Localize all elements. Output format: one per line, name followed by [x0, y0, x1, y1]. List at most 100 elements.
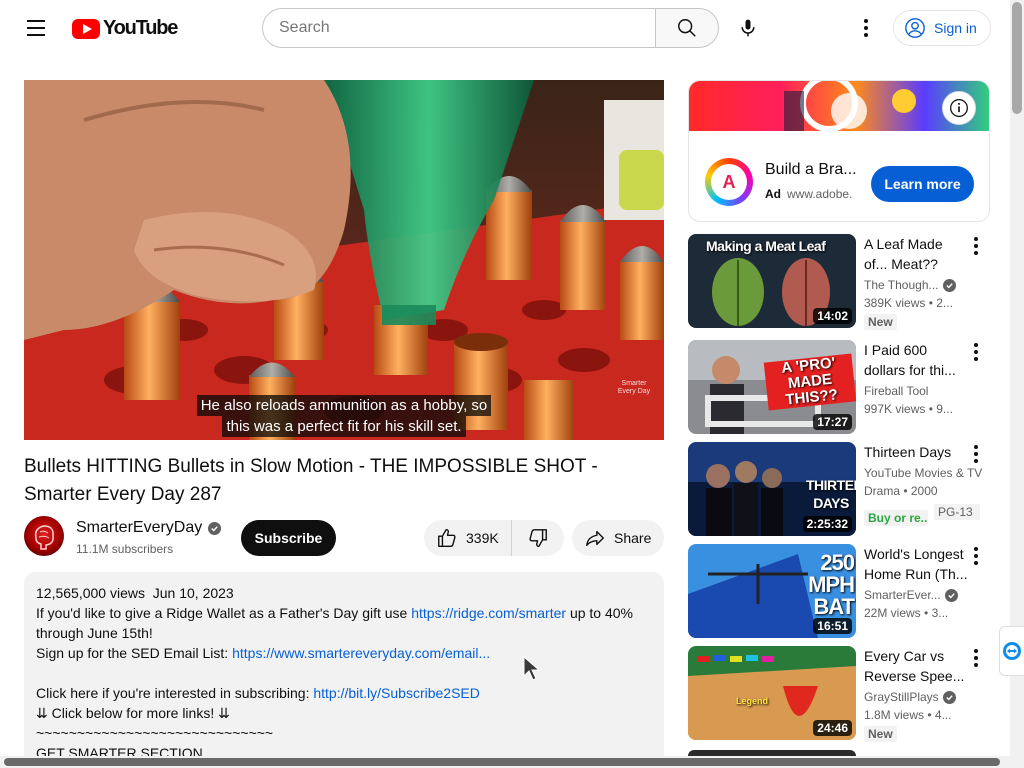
share-label: Share — [614, 530, 652, 546]
subscriber-count: 11.1M subscribers — [76, 542, 174, 556]
horizontal-scrollbar-thumb[interactable] — [4, 758, 1000, 766]
brain-icon — [34, 525, 54, 550]
ridge-link[interactable]: https://ridge.com/smarter — [411, 605, 566, 621]
thumbnail-text: THIRTEEN DAYS — [806, 477, 856, 511]
like-count: 339K — [466, 530, 499, 546]
video-duration: 2:25:32 — [802, 516, 852, 532]
thumb-down-icon — [529, 529, 547, 548]
video-thumbnail[interactable]: Making a Meat Leaf 14:02 — [688, 234, 856, 328]
teamviewer-icon — [1003, 642, 1021, 660]
buy-or-rent-label[interactable]: Buy or re... — [864, 510, 928, 526]
guide-menu-button[interactable] — [20, 14, 52, 42]
more-vert-icon — [974, 343, 978, 347]
voice-search-button[interactable] — [728, 8, 768, 48]
settings-more-button[interactable] — [848, 10, 884, 46]
thumbnail-text: Legend — [736, 696, 769, 706]
subscribe-link[interactable]: http://bit.ly/Subscribe2SED — [313, 685, 480, 701]
video-stats: 1.8M views • 4... — [864, 708, 952, 722]
recommended-video[interactable]: Making a Meat Leaf 14:02 A Leaf Made of.… — [688, 234, 1008, 330]
share-icon — [586, 530, 604, 547]
remote-support-widget[interactable] — [999, 626, 1024, 676]
hamburger-icon — [27, 20, 45, 22]
video-thumbnail[interactable]: THIRTEEN DAYS 2:25:32 — [688, 442, 856, 536]
advertiser-logo: A — [705, 158, 753, 206]
more-actions-button[interactable] — [968, 648, 984, 668]
video-thumbnail[interactable]: A 'PRO' MADE THIS?? 17:27 — [688, 340, 856, 434]
horizontal-scrollbar[interactable] — [0, 756, 1010, 768]
channel-name[interactable]: Fireball Tool — [864, 384, 964, 398]
advertiser-logo-mark: A — [711, 164, 747, 200]
learn-more-button[interactable]: Learn more — [871, 166, 974, 202]
video-title[interactable]: Thirteen Days — [864, 442, 968, 462]
search-icon — [678, 19, 696, 37]
new-badge: New — [864, 314, 897, 330]
subscribe-button[interactable]: Subscribe — [241, 520, 336, 556]
ad-card[interactable]: A Build a Bra... Ad www.adobe. Learn more — [688, 80, 990, 222]
ad-sponsor-line: Ad www.adobe. — [765, 187, 852, 201]
channel-name[interactable]: YouTube Movies & TV — [864, 466, 982, 480]
youtube-logo[interactable]: YouTube — [72, 17, 178, 40]
ad-title: Build a Bra... — [765, 161, 857, 178]
video-duration: 24:46 — [813, 720, 852, 736]
verified-check-icon — [944, 588, 958, 602]
movie-genre-year: Drama • 2000 — [864, 484, 938, 498]
video-thumbnail[interactable]: Legend 24:46 — [688, 646, 856, 740]
description-line: Click here if you're interested in subsc… — [36, 685, 480, 701]
video-captions: He also reloads ammunition as a hobby, s… — [24, 395, 664, 437]
ad-label: Ad — [765, 187, 781, 201]
description-line: through June 15th! — [36, 625, 153, 641]
video-duration: 14:02 — [813, 308, 852, 324]
more-actions-button[interactable] — [968, 546, 984, 566]
microphone-icon — [741, 19, 755, 37]
recommended-video[interactable]: Legend 24:46 Every Car vs Reverse Spee..… — [688, 646, 1008, 742]
video-thumbnail[interactable]: 250 MPH BAT 16:51 — [688, 544, 856, 638]
more-vert-icon — [974, 649, 978, 653]
search-input[interactable] — [262, 8, 656, 48]
recommended-movie[interactable]: THIRTEEN DAYS 2:25:32 Thirteen Days YouT… — [688, 442, 1008, 538]
more-actions-button[interactable] — [968, 444, 984, 464]
channel-watermark[interactable]: Smarter Every Day — [614, 380, 654, 396]
video-stats: 997K views • 9... — [864, 402, 953, 416]
channel-avatar[interactable] — [24, 516, 64, 556]
sign-in-label: Sign in — [934, 20, 977, 36]
more-actions-button[interactable] — [968, 236, 984, 256]
video-title: Bullets HITTING Bullets in Slow Motion -… — [24, 456, 598, 505]
video-title[interactable]: World's Longest Home Run (Th... — [864, 544, 968, 584]
channel-name[interactable]: GrayStillPlays — [864, 690, 964, 704]
masthead: YouTube Sign in — [0, 0, 1010, 56]
recommended-video[interactable]: 250 MPH BAT 16:51 World's Longest Home R… — [688, 544, 1008, 640]
recommended-video[interactable]: A 'PRO' MADE THIS?? 17:27 I Paid 600 dol… — [688, 340, 1008, 436]
ad-info-button[interactable] — [942, 91, 976, 125]
verified-check-icon — [942, 690, 956, 704]
video-description[interactable]: 12,565,000 views Jun 10, 2023 If you'd l… — [24, 572, 664, 768]
like-button[interactable]: 339K — [424, 520, 512, 556]
video-title[interactable]: Every Car vs Reverse Spee... — [864, 646, 968, 686]
video-title[interactable]: A Leaf Made of... Meat?? — [864, 234, 968, 274]
vertical-scrollbar-thumb[interactable] — [1012, 2, 1022, 114]
dislike-button[interactable] — [512, 520, 564, 556]
share-button[interactable]: Share — [572, 520, 664, 556]
channel-name[interactable]: The Though... — [864, 278, 964, 292]
logo-text: YouTube — [103, 17, 178, 39]
like-dislike-group: 339K — [424, 520, 564, 556]
verified-check-icon — [942, 278, 956, 292]
video-frame — [24, 80, 664, 440]
email-list-link[interactable]: https://www.smartereveryday.com/email... — [232, 645, 490, 661]
more-actions-button[interactable] — [968, 342, 984, 362]
video-player[interactable]: He also reloads ammunition as a hobby, s… — [24, 80, 664, 440]
channel-name[interactable]: SmarterEveryDay — [76, 519, 222, 537]
sign-in-button[interactable]: Sign in — [893, 10, 991, 46]
thumbnail-text: Making a Meat Leaf — [706, 238, 826, 254]
publish-date: Jun 10, 2023 — [152, 585, 234, 601]
account-circle-icon — [905, 18, 925, 38]
caption-line-2: this was a perfect fit for his skill set… — [222, 416, 466, 437]
video-stats: 22M views • 3... — [864, 606, 949, 620]
search-button[interactable] — [655, 8, 719, 48]
thumb-up-icon — [438, 528, 456, 547]
more-vert-icon — [974, 237, 978, 241]
description-meta: 12,565,000 views Jun 10, 2023 — [36, 583, 652, 603]
channel-name[interactable]: SmarterEver... — [864, 588, 964, 602]
video-title[interactable]: I Paid 600 dollars for thi... — [864, 340, 968, 380]
info-icon — [950, 99, 968, 117]
